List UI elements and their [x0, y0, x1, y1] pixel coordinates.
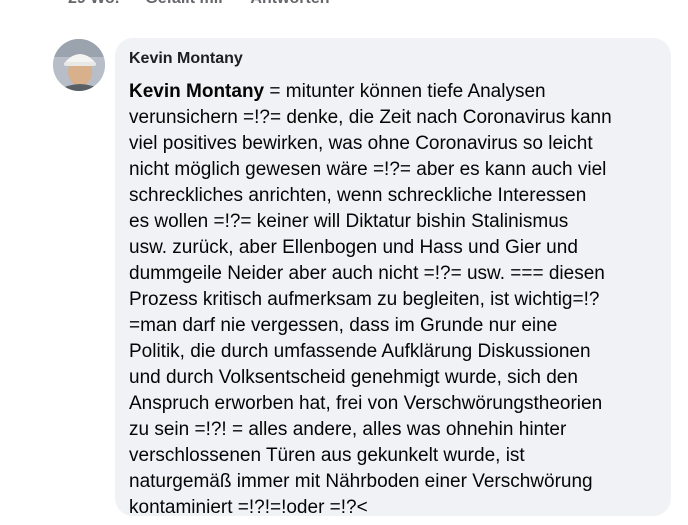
comment-line: es wollen =!?= keiner will Diktatur bish… [129, 211, 569, 232]
timestamp[interactable]: 29 Wo. [68, 0, 119, 10]
comment-bubble: Kevin Montany Kevin Montany = mitunter k… [115, 38, 671, 518]
comment-line: =man darf nie vergessen, dass im Grunde … [129, 315, 558, 336]
comment-line: Politik, die durch umfassende Aufklärung… [129, 341, 591, 362]
comment-line: zu sein =!?! = alles andere, alles was o… [129, 419, 567, 440]
previous-comment-actions: 29 Wo. Gefällt mir Antworten [68, 0, 330, 10]
avatar[interactable] [53, 39, 105, 91]
comment-text: Kevin Montany = mitunter können tiefe An… [129, 79, 657, 521]
comment-author[interactable]: Kevin Montany [129, 48, 657, 70]
profile-photo-icon [53, 39, 105, 91]
comment-line: nicht möglich gewesen wäre =!?= aber es … [129, 159, 607, 180]
comment-line: Prozess kritisch aufmerksam zu begleiten… [129, 289, 600, 310]
comment-line: naturgemäß immer mit Nährboden einer Ver… [129, 471, 593, 492]
comment-line: Kevin Montany = mitunter können tiefe An… [129, 81, 546, 102]
comment-line: viel positives bewirken, was ohne Corona… [129, 133, 593, 154]
comment-line: verunsichern =!?= denke, die Zeit nach C… [129, 107, 612, 128]
comment-line: dummgeile Neider aber auch nicht =!?= us… [129, 263, 605, 284]
like-link[interactable]: Gefällt mir [145, 0, 224, 10]
comment-line: Anspruch erworben hat, frei von Verschwö… [129, 393, 603, 414]
reply-link[interactable]: Antworten [250, 0, 329, 10]
comment-line: verschlossenen Türen aus gekunkelt wurde… [129, 445, 525, 466]
comment-line: und durch Volksentscheid genehmigt wurde… [129, 367, 578, 388]
comment-line: kontaminiert =!?!=!oder =!?< [129, 497, 368, 518]
comment-line: usw. zurück, aber Ellenbogen und Hass un… [129, 237, 578, 258]
comment-line: schreckliches anrichten, wenn schrecklic… [129, 185, 587, 206]
mention-link[interactable]: Kevin Montany [129, 81, 264, 102]
